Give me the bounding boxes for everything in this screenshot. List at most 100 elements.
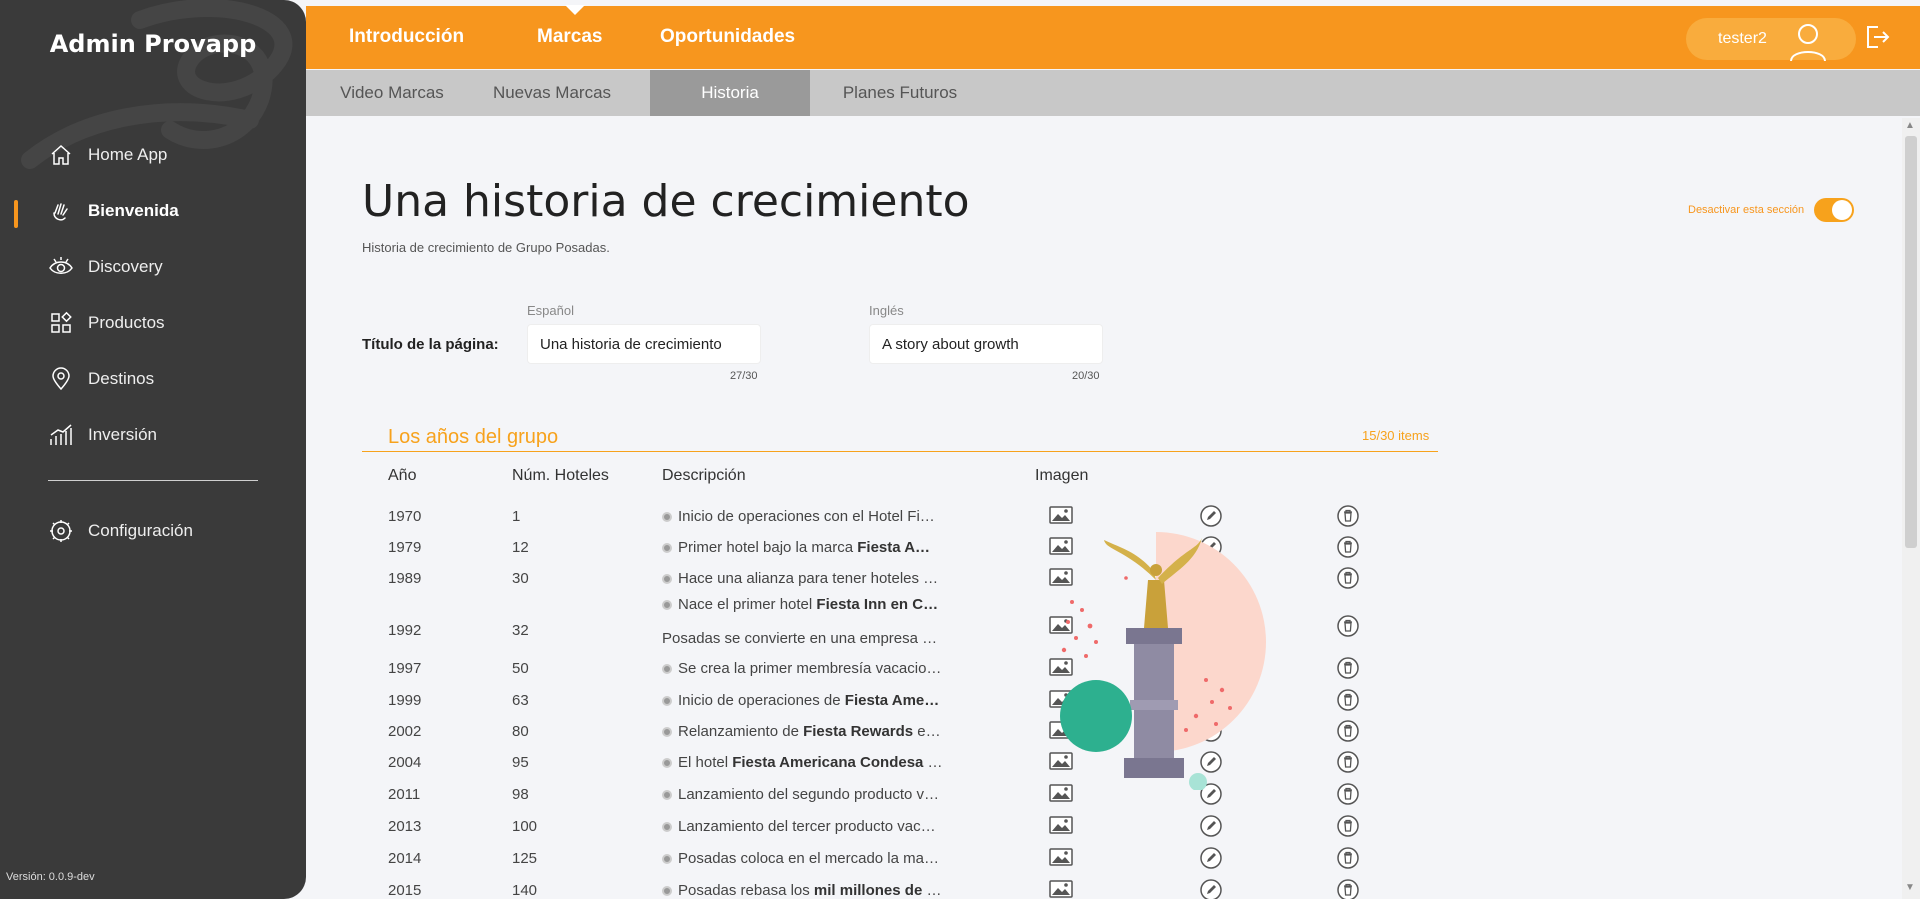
tab-oportunidades[interactable]: Oportunidades xyxy=(660,26,795,48)
sidebar-item-discovery[interactable]: Discovery xyxy=(48,254,163,280)
table-cell-hotels: 95 xyxy=(512,754,529,771)
sidebar-item-label: Destinos xyxy=(88,369,155,388)
delete-icon[interactable] xyxy=(1337,783,1359,805)
table-cell-description[interactable]: Posadas coloca en el mercado la ma… xyxy=(662,850,958,867)
description-text: Inicio de operaciones con el Hotel Fi… xyxy=(678,508,935,525)
table-cell-description[interactable]: Lanzamiento del tercer producto vac… xyxy=(662,818,958,835)
sidebar: Admin Provapp Home App Bienvenida Discov… xyxy=(0,0,306,899)
table-cell-description[interactable]: Nace el primer hotel Fiesta Inn en C… xyxy=(662,596,958,613)
description-bold-text: mil millones de xyxy=(813,882,923,899)
tab-introduccion[interactable]: Introducción xyxy=(349,26,464,48)
bullet-icon xyxy=(662,512,672,523)
bullet-icon xyxy=(662,600,672,611)
subtab-nuevas-marcas[interactable]: Nuevas Marcas xyxy=(472,70,632,116)
sidebar-item-label: Productos xyxy=(88,313,165,332)
table-cell-description[interactable]: Inicio de operaciones con el Hotel Fi… xyxy=(662,508,958,525)
delete-icon[interactable] xyxy=(1337,751,1359,773)
chart-icon xyxy=(48,422,74,448)
table-cell-description[interactable]: El hotel Fiesta Americana Condesa … xyxy=(662,754,958,771)
delete-icon[interactable] xyxy=(1337,815,1359,837)
delete-icon[interactable] xyxy=(1337,657,1359,679)
table-cell-description[interactable]: Se crea la primer membresía vacacio… xyxy=(662,660,958,677)
table-cell-hotels: 98 xyxy=(512,786,529,803)
page-title-field-label: Título de la página: xyxy=(362,336,499,353)
bullet-icon xyxy=(662,822,672,833)
image-icon[interactable] xyxy=(1049,506,1073,524)
user-menu[interactable]: tester2 xyxy=(1686,18,1856,62)
image-icon[interactable] xyxy=(1049,880,1073,898)
delete-icon[interactable] xyxy=(1337,615,1359,637)
table-cell-description[interactable]: Relanzamiento de Fiesta Rewards e… xyxy=(662,723,958,740)
sidebar-item-home-app[interactable]: Home App xyxy=(48,142,167,168)
eye-icon xyxy=(48,254,74,280)
table-cell-year: 1997 xyxy=(388,660,422,677)
edit-icon[interactable] xyxy=(1200,879,1222,899)
table-cell-year: 2004 xyxy=(388,754,422,771)
table-cell-hotels: 1 xyxy=(512,508,521,525)
delete-icon[interactable] xyxy=(1337,567,1359,589)
scrollbar-thumb[interactable] xyxy=(1905,136,1917,548)
table-cell-description[interactable]: Inicio de operaciones de Fiesta Ame… xyxy=(662,692,958,709)
table-cell-hotels: 100 xyxy=(512,818,538,835)
title-en-input[interactable] xyxy=(869,324,1103,364)
sidebar-item-configuracion[interactable]: Configuración xyxy=(48,518,193,544)
edit-icon[interactable] xyxy=(1200,847,1222,869)
description-text: El hotel xyxy=(678,754,733,771)
table-cell-hotels: 140 xyxy=(512,882,538,899)
waving-hand-icon xyxy=(48,198,74,224)
scroll-down-icon[interactable]: ▼ xyxy=(1905,882,1915,893)
user-avatar-icon xyxy=(1788,21,1828,66)
description-text: Hace una alianza para tener hoteles … xyxy=(678,570,939,587)
active-indicator xyxy=(14,200,18,228)
delete-icon[interactable] xyxy=(1337,536,1359,558)
sidebar-divider xyxy=(48,480,258,481)
bullet-icon xyxy=(662,854,672,865)
logout-icon[interactable] xyxy=(1864,24,1890,55)
description-text: Posadas coloca en el mercado la ma… xyxy=(678,850,939,867)
table-cell-year: 1989 xyxy=(388,570,422,587)
table-cell-description[interactable]: Posadas rebasa los mil millones de … xyxy=(662,882,958,899)
section-toggle-switch[interactable] xyxy=(1814,198,1855,222)
delete-icon[interactable] xyxy=(1337,879,1359,899)
image-icon[interactable] xyxy=(1049,848,1073,866)
section-title: Los años del grupo xyxy=(388,426,559,448)
subtab-planes-futuros[interactable]: Planes Futuros xyxy=(820,70,980,116)
delete-icon[interactable] xyxy=(1337,505,1359,527)
table-cell-description-secondary[interactable]: Posadas se convierte en una empresa … xyxy=(662,630,958,647)
edit-icon[interactable] xyxy=(1200,815,1222,837)
delete-icon[interactable] xyxy=(1337,689,1359,711)
sidebar-item-label: Configuración xyxy=(88,521,193,540)
subtab-video-marcas[interactable]: Video Marcas xyxy=(322,70,462,116)
title-es-input[interactable] xyxy=(527,324,761,364)
table-cell-hotels: 32 xyxy=(512,622,529,639)
table-cell-description[interactable]: Hace una alianza para tener hoteles … xyxy=(662,570,958,587)
table-cell-year: 2002 xyxy=(388,723,422,740)
table-cell-hotels: 63 xyxy=(512,692,529,709)
description-bold-text: Fiesta Ame… xyxy=(844,692,940,709)
sidebar-item-label: Home App xyxy=(88,145,168,164)
description-bold-text: Fiesta Americana Condesa xyxy=(732,754,924,771)
scroll-up-icon[interactable]: ▲ xyxy=(1905,120,1915,131)
edit-icon[interactable] xyxy=(1200,505,1222,527)
sidebar-item-bienvenida[interactable]: Bienvenida xyxy=(48,198,179,224)
column-header-hotels: Núm. Hoteles xyxy=(512,467,609,484)
table-cell-description[interactable]: Primer hotel bajo la marca Fiesta A… xyxy=(662,539,958,556)
description-text: Lanzamiento del tercer producto vac… xyxy=(678,818,936,835)
bullet-icon xyxy=(662,886,672,897)
tab-marcas[interactable]: Marcas xyxy=(537,26,603,48)
image-icon[interactable] xyxy=(1049,816,1073,834)
table-cell-year: 2011 xyxy=(388,786,421,803)
subtab-historia[interactable]: Historia xyxy=(650,70,810,116)
table-cell-description[interactable]: Lanzamiento del segundo producto v… xyxy=(662,786,958,803)
sidebar-item-destinos[interactable]: Destinos xyxy=(48,366,154,392)
delete-icon[interactable] xyxy=(1337,847,1359,869)
column-header-description: Descripción xyxy=(662,467,746,484)
delete-icon[interactable] xyxy=(1337,720,1359,742)
app-title: Admin Provapp xyxy=(49,30,257,58)
sidebar-item-inversion[interactable]: Inversión xyxy=(48,422,157,448)
table-cell-year: 1992 xyxy=(388,622,422,639)
bullet-icon xyxy=(662,664,672,675)
sidebar-item-productos[interactable]: Productos xyxy=(48,310,165,336)
table-cell-hotels: 125 xyxy=(512,850,538,867)
sub-navbar: Video Marcas Nuevas Marcas Historia Plan… xyxy=(306,70,1920,116)
